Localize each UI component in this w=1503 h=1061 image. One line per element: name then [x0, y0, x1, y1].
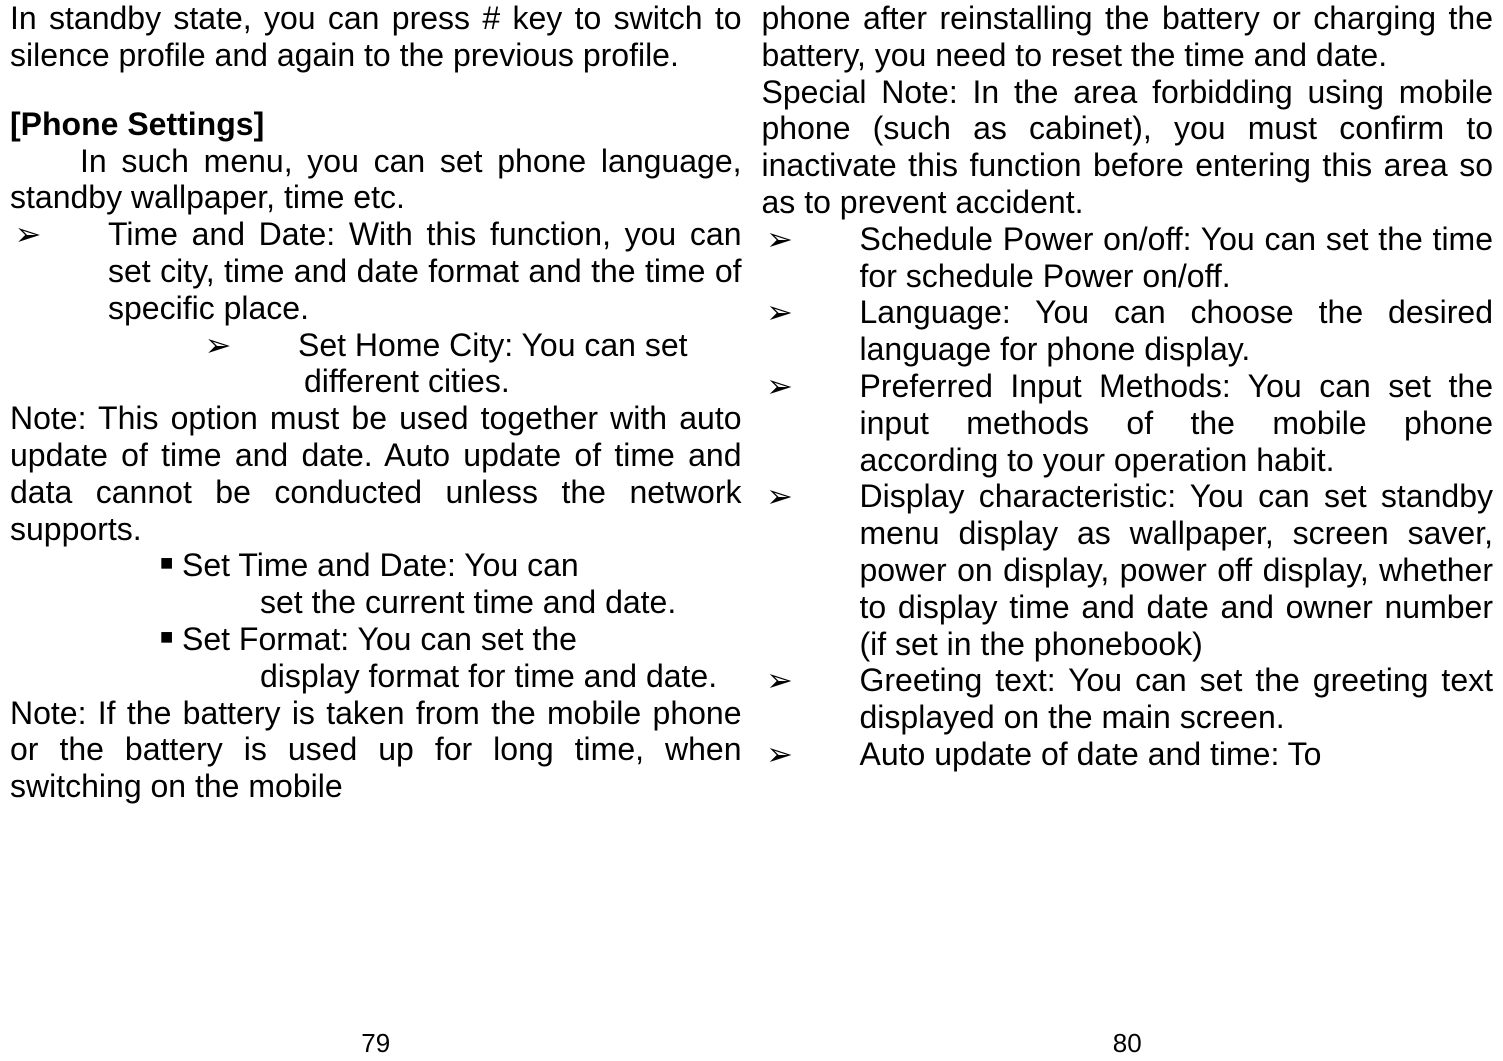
page-left-content: In standby state, you can press # key to…	[10, 0, 742, 805]
chevron-icon: ➢	[200, 327, 236, 364]
setformat-line2: display format for time and date.	[10, 658, 742, 695]
page-right: phone after reinstalling the battery or …	[752, 0, 1503, 1061]
chevron-icon: ➢	[762, 736, 798, 773]
intro-para-2: In such menu, you can set phone language…	[10, 143, 742, 217]
timedate-text: Time and Date: With this function, you c…	[108, 216, 742, 326]
auto-update-item: ➢ Auto update of date and time: To	[762, 736, 1494, 773]
page-number-right: 80	[762, 1016, 1494, 1061]
phone-settings-heading: [Phone Settings]	[10, 106, 742, 143]
continued-para: phone after reinstalling the battery or …	[762, 0, 1494, 74]
page-left: In standby state, you can press # key to…	[0, 0, 752, 1061]
chevron-icon: ➢	[762, 478, 798, 515]
display-characteristic-text: Display characteristic: You can set stan…	[860, 478, 1494, 662]
chevron-icon: ➢	[762, 662, 798, 699]
square-icon: ■	[160, 621, 182, 653]
setformat-item: ■ Set Format: You can set the	[10, 621, 742, 658]
language-item: ➢ Language: You can choose the desired l…	[762, 294, 1494, 368]
special-note: Special Note: In the area forbidding usi…	[762, 74, 1494, 221]
greeting-text-text: Greeting text: You can set the greeting …	[860, 662, 1494, 736]
language-text: Language: You can choose the desired lan…	[860, 294, 1494, 368]
page-right-content: phone after reinstalling the battery or …	[762, 0, 1494, 773]
sethomecity-text-line1: Set Home City: You can set	[298, 327, 742, 364]
display-characteristic-item: ➢ Display characteristic: You can set st…	[762, 478, 1494, 662]
sethomecity-text-line2: different cities.	[10, 363, 742, 400]
chevron-icon: ➢	[762, 368, 798, 405]
intro-para-1: In standby state, you can press # key to…	[10, 0, 742, 74]
timedate-item: ➢ Time and Date: With this function, you…	[10, 216, 742, 326]
schedule-power-item: ➢ Schedule Power on/off: You can set the…	[762, 221, 1494, 295]
sethomecity-item: ➢ Set Home City: You can set	[10, 327, 742, 364]
settimedate-line1: Set Time and Date: You can	[182, 547, 742, 584]
pages-container: In standby state, you can press # key to…	[0, 0, 1503, 1061]
auto-update-text: Auto update of date and time: To	[860, 736, 1494, 773]
setformat-line1: Set Format: You can set the	[182, 621, 742, 658]
input-methods-item: ➢ Preferred Input Methods: You can set t…	[762, 368, 1494, 478]
schedule-power-text: Schedule Power on/off: You can set the t…	[860, 221, 1494, 295]
chevron-icon: ➢	[10, 216, 46, 253]
page-number-left: 79	[10, 1016, 742, 1061]
greeting-text-item: ➢ Greeting text: You can set the greetin…	[762, 662, 1494, 736]
chevron-icon: ➢	[762, 221, 798, 258]
note-1: Note: This option must be used together …	[10, 400, 742, 547]
square-icon: ■	[160, 547, 182, 579]
settimedate-line2: set the current time and date.	[10, 584, 742, 621]
input-methods-text: Preferred Input Methods: You can set the…	[860, 368, 1494, 478]
chevron-icon: ➢	[762, 294, 798, 331]
settimedate-item: ■ Set Time and Date: You can	[10, 547, 742, 584]
spacer	[10, 74, 742, 106]
note-2: Note: If the battery is taken from the m…	[10, 695, 742, 805]
